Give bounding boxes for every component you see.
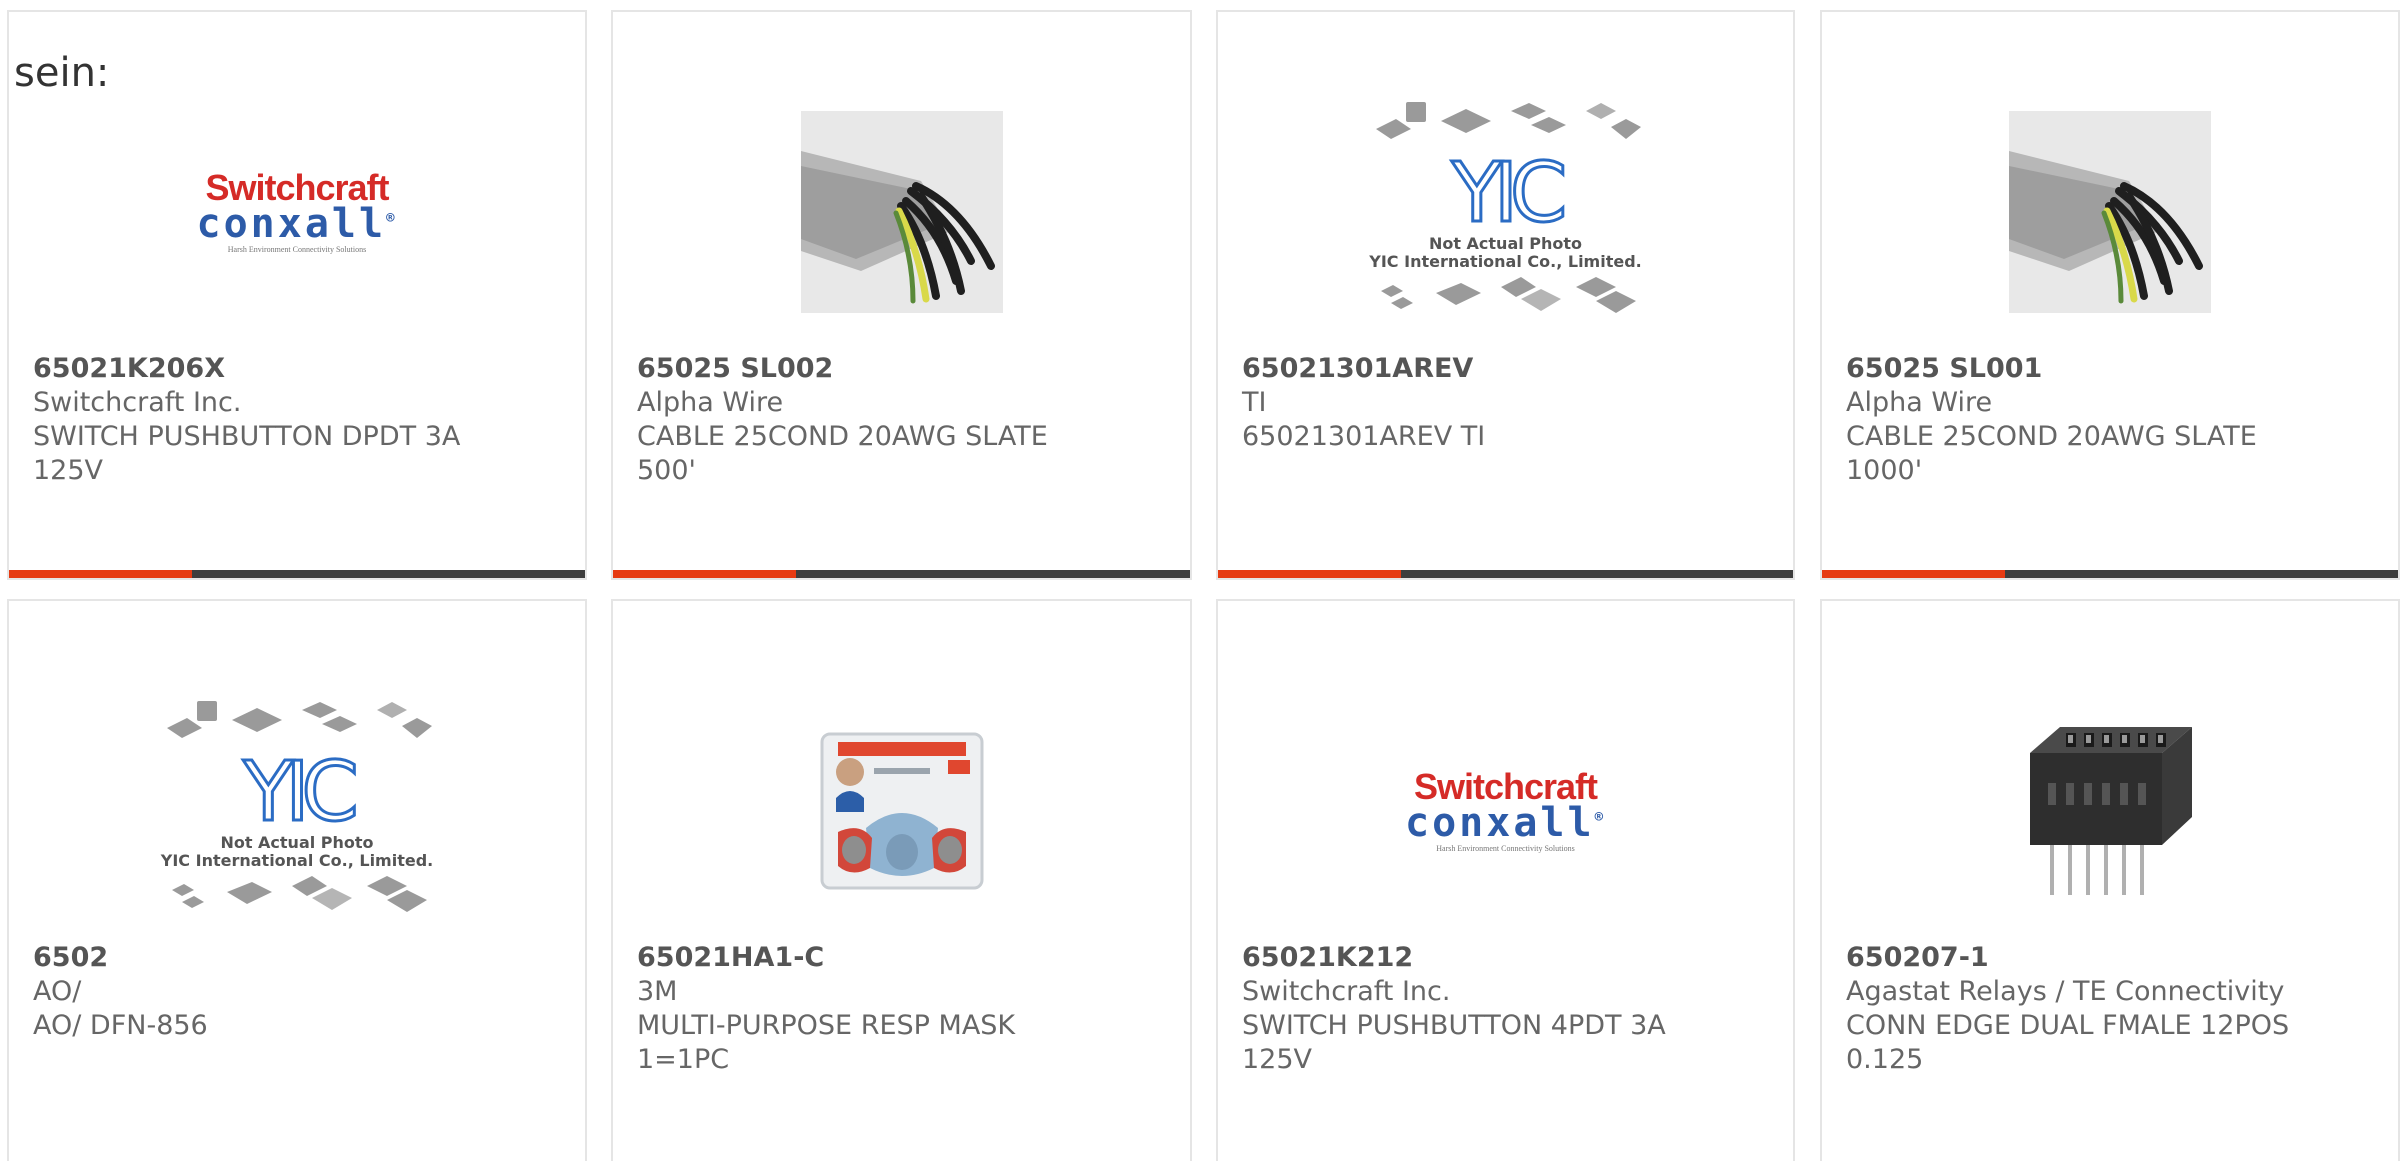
not-actual-photo-placeholder: YIC Not Actual Photo YIC International C…	[161, 698, 433, 924]
product-info: 65021K212 Switchcraft Inc. SWITCH PUSHBU…	[1242, 941, 1753, 1077]
product-info: 65025 SL002 Alpha Wire CABLE 25COND 20AW…	[637, 352, 1150, 488]
chip-package-icons	[1380, 277, 1636, 313]
product-image-respirator[interactable]	[613, 671, 1190, 951]
product-grid: sein: Switchcraft conxall® Harsh Environ…	[0, 0, 2400, 1161]
manufacturer: TI	[1242, 387, 1267, 418]
manufacturer: 3M	[637, 976, 678, 1007]
description: CONN EDGE DUAL FMALE 12POS 0.125	[1846, 1010, 2290, 1075]
chip-package-icons	[172, 876, 427, 912]
product-card[interactable]: Switchcraft conxall® Harsh Environment C…	[1216, 599, 1795, 1161]
product-card[interactable]: sein: Switchcraft conxall® Harsh Environ…	[7, 10, 587, 580]
cable-photo-icon	[800, 111, 1003, 313]
product-info: 6502 AO/ AO/ DFN-856	[33, 941, 545, 1043]
product-card[interactable]: YIC Not Actual Photo YIC International C…	[7, 599, 587, 1161]
part-number[interactable]: 65021301AREV	[1242, 352, 1753, 386]
product-image-connector[interactable]	[1822, 671, 2398, 951]
part-number[interactable]: 65025 SL002	[637, 352, 1150, 386]
chip-package-icons	[167, 701, 432, 738]
manufacturer: Alpha Wire	[637, 387, 784, 418]
not-actual-photo-placeholder: YIC Not Actual Photo YIC International C…	[1369, 99, 1642, 325]
manufacturer: AO/	[33, 976, 82, 1007]
product-card[interactable]: 65025 SL002 Alpha Wire CABLE 25COND 20AW…	[611, 10, 1192, 580]
product-image-cable[interactable]	[1822, 72, 2398, 352]
product-image-not-actual-photo[interactable]: YIC Not Actual Photo YIC International C…	[1218, 72, 1793, 352]
card-bottom-bar	[613, 570, 1190, 578]
part-number[interactable]: 65021K212	[1242, 941, 1753, 975]
manufacturer: Switchcraft Inc.	[33, 387, 242, 418]
edge-connector-icon	[2030, 727, 2192, 895]
part-number[interactable]: 65021HA1-C	[637, 941, 1150, 975]
chip-package-icons	[1375, 102, 1641, 139]
product-card[interactable]: 650207-1 Agastat Relays / TE Connectivit…	[1820, 599, 2400, 1161]
product-card[interactable]: YIC Not Actual Photo YIC International C…	[1216, 10, 1795, 580]
part-number[interactable]: 650207-1	[1846, 941, 2358, 975]
product-card[interactable]: 65025 SL001 Alpha Wire CABLE 25COND 20AW…	[1820, 10, 2400, 580]
product-info: 65021K206X Switchcraft Inc. SWITCH PUSHB…	[33, 352, 545, 488]
description: AO/ DFN-856	[33, 1010, 208, 1041]
manufacturer: Agastat Relays / TE Connectivity	[1846, 976, 2285, 1007]
manufacturer: Switchcraft Inc.	[1242, 976, 1451, 1007]
product-card[interactable]: 65021HA1-C 3M MULTI-PURPOSE RESP MASK 1=…	[611, 599, 1192, 1161]
cable-photo-icon	[2009, 111, 2211, 313]
card-bottom-bar	[1218, 570, 1793, 578]
description: 65021301AREV TI	[1242, 421, 1486, 452]
description: SWITCH PUSHBUTTON 4PDT 3A 125V	[1242, 1010, 1666, 1075]
manufacturer: Alpha Wire	[1846, 387, 1993, 418]
product-image-not-actual-photo[interactable]: YIC Not Actual Photo YIC International C…	[9, 671, 585, 951]
switchcraft-conxall-logo: Switchcraft conxall® Harsh Environment C…	[1404, 766, 1606, 853]
product-image-cable[interactable]	[613, 72, 1190, 352]
product-image-switchcraft-logo[interactable]: Switchcraft conxall® Harsh Environment C…	[1218, 671, 1793, 951]
description: MULTI-PURPOSE RESP MASK 1=1PC	[637, 1010, 1016, 1075]
description: SWITCH PUSHBUTTON DPDT 3A 125V	[33, 421, 461, 486]
part-number[interactable]: 65025 SL001	[1846, 352, 2358, 386]
description: CABLE 25COND 20AWG SLATE 1000'	[1846, 421, 2257, 486]
product-image-switchcraft-logo[interactable]: Switchcraft conxall® Harsh Environment C…	[9, 72, 585, 352]
card-bottom-bar	[1822, 570, 2398, 578]
product-info: 65025 SL001 Alpha Wire CABLE 25COND 20AW…	[1846, 352, 2358, 488]
description: CABLE 25COND 20AWG SLATE 500'	[637, 421, 1048, 486]
product-info: 65021HA1-C 3M MULTI-PURPOSE RESP MASK 1=…	[637, 941, 1150, 1077]
switchcraft-conxall-logo: Switchcraft conxall® Harsh Environment C…	[196, 167, 398, 254]
part-number[interactable]: 6502	[33, 941, 545, 975]
card-bottom-bar	[9, 570, 585, 578]
product-info: 65021301AREV TI 65021301AREV TI	[1242, 352, 1753, 454]
part-number[interactable]: 65021K206X	[33, 352, 545, 386]
respirator-package-icon	[820, 732, 983, 890]
product-info: 650207-1 Agastat Relays / TE Connectivit…	[1846, 941, 2358, 1077]
